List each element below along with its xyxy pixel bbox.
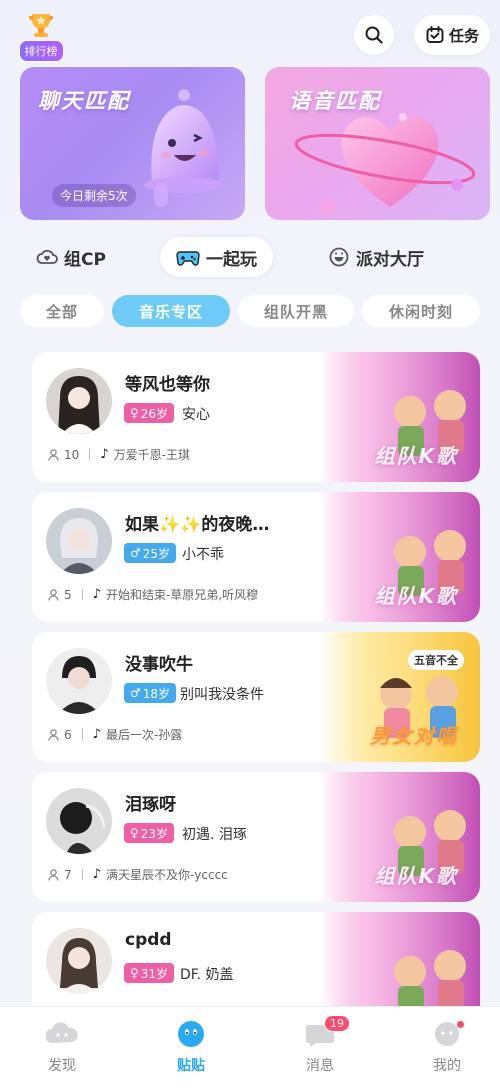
age-badge: ♂ 25岁: [124, 543, 177, 563]
subtab-music[interactable]: 音乐专区: [112, 295, 230, 327]
room-title: 泪琢呀: [125, 795, 176, 815]
music-note-icon: ♪: [100, 447, 109, 462]
host-nickname: 安心: [182, 407, 210, 423]
age-badge: ♀ 31岁: [124, 963, 175, 983]
remaining-count: 今日剩余5次: [52, 184, 136, 207]
message-badge: 19: [324, 1015, 350, 1032]
subtab-team[interactable]: 组队开黑: [238, 295, 354, 327]
music-note-icon: ♪: [92, 727, 101, 742]
room-card[interactable]: 如果✨✨的夜晚… ♂ 25岁 小不乖 5 ♪ 开始和结束-草原兄弟,听风穆 组队K…: [32, 492, 480, 622]
gamepad-icon: [176, 251, 200, 266]
room-card[interactable]: 泪琢呀 ♀ 23岁 初遇. 泪琢 7 ♪ 满天星辰不及你-ycccc 组队K歌: [32, 772, 480, 902]
member-count: 7: [64, 867, 72, 882]
song-name: 开始和结束-草原兄弟,听风穆: [105, 588, 259, 602]
chat-match-banner[interactable]: 聊天匹配 今日剩余5次: [20, 67, 245, 220]
task-label: 任务: [448, 26, 479, 45]
subtab-leisure[interactable]: 休闲时刻: [362, 295, 480, 327]
age-badge: ♀ 26岁: [124, 403, 175, 423]
tietie-icon: [178, 1021, 204, 1047]
trophy-icon: [26, 10, 56, 40]
bottom-navigation: 发现 贴贴 19 消息 我的: [0, 1006, 500, 1088]
tab-play-together[interactable]: 一起玩: [160, 237, 273, 277]
female-icon: ♀: [130, 826, 139, 840]
room-thumbnail: 组队K歌: [320, 492, 480, 622]
male-icon: ♂: [130, 686, 141, 700]
bell-mascot-icon: [144, 89, 224, 207]
female-icon: ♀: [130, 966, 139, 980]
room-meta: 10 ♪ 万爱千恩-王琪: [48, 446, 190, 463]
host-nickname: DF. 奶盖: [180, 967, 234, 983]
task-button[interactable]: 任务: [414, 15, 490, 55]
tab-zucp[interactable]: 组CP: [36, 237, 106, 277]
thumb-label: 组队K歌: [374, 864, 458, 888]
nav-messages-label: 消息: [306, 1058, 334, 1074]
song-name: 最后一次-孙露: [105, 728, 183, 742]
person-icon: [48, 588, 59, 601]
room-meta: 7 ♪ 满天星辰不及你-ycccc: [48, 866, 228, 883]
leaderboard-button[interactable]: 排行榜: [16, 10, 66, 62]
calendar-check-icon: [426, 26, 444, 43]
party-face-icon: [329, 247, 349, 267]
nav-tietie-label: 贴贴: [177, 1058, 205, 1074]
thumb-label: 组队K歌: [374, 444, 458, 468]
female-icon: ♀: [130, 406, 139, 420]
heart-planet-icon: [294, 113, 476, 215]
person-icon: [48, 448, 59, 461]
thumb-tag: 五音不全: [408, 650, 464, 670]
member-count: 6: [64, 727, 72, 742]
tab-party-hall-label: 派对大厅: [356, 249, 424, 270]
discover-icon: [46, 1022, 78, 1043]
nav-discover-label: 发现: [48, 1058, 76, 1074]
member-count: 10: [64, 447, 80, 462]
member-count: 5: [64, 587, 72, 602]
cloud-heart-icon: [36, 249, 58, 264]
room-title: cpdd: [125, 930, 172, 950]
nav-tietie[interactable]: 贴贴: [151, 1019, 231, 1075]
male-icon: ♂: [130, 546, 141, 560]
room-thumbnail: 五音不全 男女对唱: [320, 632, 480, 762]
host-nickname: 初遇. 泪琢: [182, 827, 247, 843]
music-note-icon: ♪: [92, 587, 101, 602]
avatar: [46, 508, 112, 574]
room-title: 等风也等你: [125, 375, 210, 395]
host-nickname: 别叫我没条件: [180, 687, 264, 703]
host-nickname: 小不乖: [182, 547, 224, 563]
room-card[interactable]: 等风也等你 ♀ 26岁 安心 10 ♪ 万爱千恩-王琪 组队K歌: [32, 352, 480, 482]
age-badge: ♀ 23岁: [124, 823, 175, 843]
room-meta: 5 ♪ 开始和结束-草原兄弟,听风穆: [48, 586, 258, 603]
nav-discover[interactable]: 发现: [22, 1019, 102, 1075]
nav-me-label: 我的: [433, 1058, 461, 1074]
tab-party-hall[interactable]: 派对大厅: [328, 237, 424, 277]
notification-dot: [457, 1021, 464, 1028]
room-thumbnail: 组队K歌: [320, 772, 480, 902]
thumb-label: 组队K歌: [374, 584, 458, 608]
age-badge: ♂ 18岁: [124, 683, 177, 703]
room-title: 如果✨✨的夜晚…: [125, 515, 270, 535]
voice-match-banner[interactable]: 语音匹配: [265, 67, 490, 220]
room-title: 没事吹牛: [125, 655, 193, 675]
music-note-icon: ♪: [92, 867, 101, 882]
search-icon: [365, 26, 383, 44]
tab-zucp-label: 组CP: [64, 249, 106, 270]
tab-play-together-label: 一起玩: [206, 249, 257, 270]
avatar: [46, 928, 112, 994]
room-card[interactable]: 没事吹牛 ♂ 18岁 别叫我没条件 6 ♪ 最后一次-孙露 五音不全 男女对唱: [32, 632, 480, 762]
nav-me[interactable]: 我的: [407, 1019, 487, 1075]
song-name: 万爱千恩-王琪: [113, 448, 190, 462]
avatar: [46, 648, 112, 714]
search-button[interactable]: [354, 15, 394, 55]
nav-messages[interactable]: 19 消息: [280, 1015, 360, 1075]
chat-match-title: 聊天匹配: [38, 89, 130, 113]
song-name: 满天星辰不及你-ycccc: [105, 868, 228, 882]
subtab-all[interactable]: 全部: [20, 295, 104, 327]
thumb-label: 男女对唱: [370, 724, 458, 748]
leaderboard-label: 排行榜: [18, 40, 64, 62]
avatar: [46, 368, 112, 434]
person-icon: [48, 728, 59, 741]
avatar: [46, 788, 112, 854]
room-meta: 6 ♪ 最后一次-孙露: [48, 726, 182, 743]
room-thumbnail: 组队K歌: [320, 352, 480, 482]
person-icon: [48, 868, 59, 881]
